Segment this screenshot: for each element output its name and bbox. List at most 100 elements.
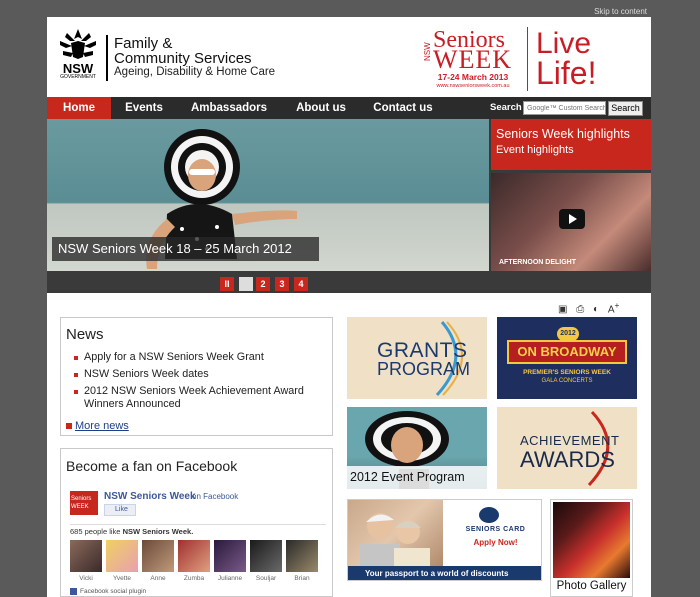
facebook-plugin-label[interactable]: Facebook social plugin bbox=[70, 588, 146, 595]
video-caption: AFTERNOON DELIGHT bbox=[499, 259, 576, 266]
seniors-card-logo-icon bbox=[479, 507, 499, 523]
slideshow-page-1[interactable] bbox=[239, 277, 253, 291]
fan-name: Vicki bbox=[79, 575, 93, 582]
more-news-label: More news bbox=[75, 420, 129, 432]
seniors-card-brand: SENIORS CARD bbox=[465, 526, 526, 533]
seniors-card-apply: Apply Now! bbox=[473, 538, 518, 547]
facebook-divider bbox=[70, 524, 326, 525]
arrow-icon bbox=[66, 423, 72, 429]
news-title: News bbox=[66, 326, 104, 343]
sw-logo-life: Life! bbox=[536, 55, 597, 91]
fan-avatar[interactable] bbox=[178, 540, 210, 572]
fan-name: Yvette bbox=[112, 575, 132, 582]
slideshow-pause-button[interactable]: II bbox=[220, 277, 234, 291]
fan-avatar[interactable] bbox=[70, 540, 102, 572]
facebook-page-name[interactable]: NSW Seniors Week bbox=[104, 491, 196, 502]
facebook-plugin-text: Facebook social plugin bbox=[80, 588, 147, 595]
fan-name: Julianne bbox=[217, 575, 243, 582]
facebook-like-count: 685 people like NSW Seniors Week. bbox=[70, 527, 193, 536]
slideshow-page-2[interactable]: 2 bbox=[256, 277, 270, 291]
fan-name: Souljar bbox=[255, 575, 277, 582]
sw-logo-nsw: NSW bbox=[423, 42, 432, 61]
seniors-card-tagline: Your passport to a world of discounts bbox=[348, 566, 541, 580]
facebook-panel: Become a fan on Facebook Seniors WEEK NS… bbox=[60, 448, 333, 597]
slideshow-page-3[interactable]: 3 bbox=[275, 277, 289, 291]
print-preview-icon[interactable]: ▣ bbox=[558, 304, 567, 315]
sw-logo-week: WEEK bbox=[433, 45, 513, 74]
on-broadway-banner[interactable]: 2012 ON BROADWAY PREMIER'S SENIORS WEEK … bbox=[497, 317, 637, 399]
news-list: Apply for a NSW Seniors Week Grant NSW S… bbox=[73, 351, 328, 415]
sw-logo-url: www.nswseniorsweek.com.au bbox=[436, 83, 510, 89]
fan-avatar[interactable] bbox=[250, 540, 282, 572]
facebook-like-box: Seniors WEEK NSW Seniors Week on Faceboo… bbox=[70, 487, 328, 597]
fan-name: Zumba bbox=[183, 575, 205, 582]
fan-avatar[interactable] bbox=[142, 540, 174, 572]
government-wordmark: GOVERNMENT bbox=[60, 74, 96, 80]
header-divider bbox=[106, 35, 108, 81]
accessibility-tools: ▣ ⎙ ◐ A+ bbox=[558, 300, 625, 315]
facebook-page-logo[interactable]: Seniors WEEK bbox=[70, 491, 98, 515]
main-nav: Home Events Ambassadors About us Contact… bbox=[47, 97, 651, 119]
broadway-title: ON BROADWAY bbox=[507, 340, 627, 364]
search-button[interactable]: Search bbox=[608, 101, 643, 116]
nav-item-home[interactable]: Home bbox=[47, 97, 111, 119]
achievement-line1: ACHIEVEMENT bbox=[520, 433, 620, 448]
highlights-subtitle: Event highlights bbox=[496, 144, 574, 156]
broadway-sub2: GALA CONCERTS bbox=[541, 378, 593, 384]
facebook-on-label[interactable]: on Facebook bbox=[192, 492, 238, 501]
like-count-page: NSW Seniors Week. bbox=[122, 527, 194, 536]
play-icon[interactable] bbox=[559, 209, 585, 229]
grants-program-banner[interactable]: GRANTS PROGRAM bbox=[347, 317, 487, 399]
photo-gallery-label: Photo Gallery bbox=[556, 580, 627, 592]
highlights-title: Seniors Week highlights bbox=[496, 127, 630, 141]
page-container: NSW GOVERNMENT Family & Community Servic… bbox=[47, 17, 651, 597]
seniors-card-photo bbox=[348, 500, 443, 566]
nav-item-contact-us[interactable]: Contact us bbox=[361, 97, 445, 119]
hero-section: NSW Seniors Week 18 – 25 March 2012 Seni… bbox=[47, 119, 651, 293]
highlights-video[interactable]: AFTERNOON DELIGHT bbox=[491, 173, 651, 271]
news-item[interactable]: NSW Seniors Week dates bbox=[73, 368, 328, 381]
nav-item-events[interactable]: Events bbox=[111, 97, 177, 119]
fan-name: Anne bbox=[150, 575, 166, 582]
fan-name: Brian bbox=[294, 575, 310, 582]
facebook-icon bbox=[70, 588, 77, 595]
site-header: NSW GOVERNMENT Family & Community Servic… bbox=[47, 17, 651, 97]
nav-item-ambassadors[interactable]: Ambassadors bbox=[177, 97, 281, 119]
dept-name-line2: Community Services bbox=[114, 50, 252, 67]
grants-line2: PROGRAM bbox=[377, 359, 471, 379]
news-panel: News Apply for a NSW Seniors Week Grant … bbox=[60, 317, 333, 436]
like-count-prefix: 685 people like bbox=[70, 527, 121, 536]
skip-to-content-link[interactable]: Skip to content bbox=[594, 7, 647, 16]
event-program-banner[interactable]: 2012 Event Program bbox=[347, 407, 487, 489]
highlights-header: Seniors Week highlights Event highlights bbox=[491, 119, 651, 170]
seniors-week-logo[interactable]: NSW Seniors WEEK 17-24 March 2013 www.ns… bbox=[423, 27, 645, 93]
sw-logo-divider bbox=[527, 27, 528, 91]
fan-avatar[interactable] bbox=[286, 540, 318, 572]
photo-gallery-banner[interactable]: Photo Gallery bbox=[550, 499, 633, 597]
hero-slide-image[interactable]: NSW Seniors Week 18 – 25 March 2012 bbox=[47, 119, 489, 271]
slideshow-page-4[interactable]: 4 bbox=[294, 277, 308, 291]
photo-gallery-image bbox=[553, 502, 630, 578]
search-input[interactable] bbox=[523, 101, 606, 115]
facebook-title: Become a fan on Facebook bbox=[66, 458, 238, 474]
hero-caption: NSW Seniors Week 18 – 25 March 2012 bbox=[52, 237, 319, 261]
nav-item-about-us[interactable]: About us bbox=[281, 97, 361, 119]
news-item[interactable]: Apply for a NSW Seniors Week Grant bbox=[73, 351, 328, 364]
broadway-year: 2012 bbox=[557, 327, 579, 341]
highlights-panel: Seniors Week highlights Event highlights… bbox=[491, 119, 651, 271]
seniors-card-banner[interactable]: SENIORS CARD Apply Now! Your passport to… bbox=[347, 499, 542, 581]
broadway-sub1: PREMIER'S SENIORS WEEK bbox=[523, 369, 611, 376]
dept-name-line3: Ageing, Disability & Home Care bbox=[114, 66, 276, 78]
more-news-link[interactable]: More news bbox=[66, 420, 129, 432]
search-label: Search bbox=[490, 102, 522, 113]
fan-avatar[interactable] bbox=[214, 540, 246, 572]
print-icon[interactable]: ⎙ bbox=[576, 304, 584, 315]
achievement-awards-banner[interactable]: ACHIEVEMENT AWARDS bbox=[497, 407, 637, 489]
contrast-icon[interactable]: ◐ bbox=[593, 304, 599, 315]
event-program-label: 2012 Event Program bbox=[347, 466, 487, 489]
text-size-icon[interactable]: A+ bbox=[608, 300, 620, 315]
achievement-line2: AWARDS bbox=[520, 447, 615, 472]
fan-avatar[interactable] bbox=[106, 540, 138, 572]
facebook-like-button[interactable]: Like bbox=[104, 504, 136, 516]
news-item[interactable]: 2012 NSW Seniors Week Achievement Award … bbox=[73, 385, 328, 411]
